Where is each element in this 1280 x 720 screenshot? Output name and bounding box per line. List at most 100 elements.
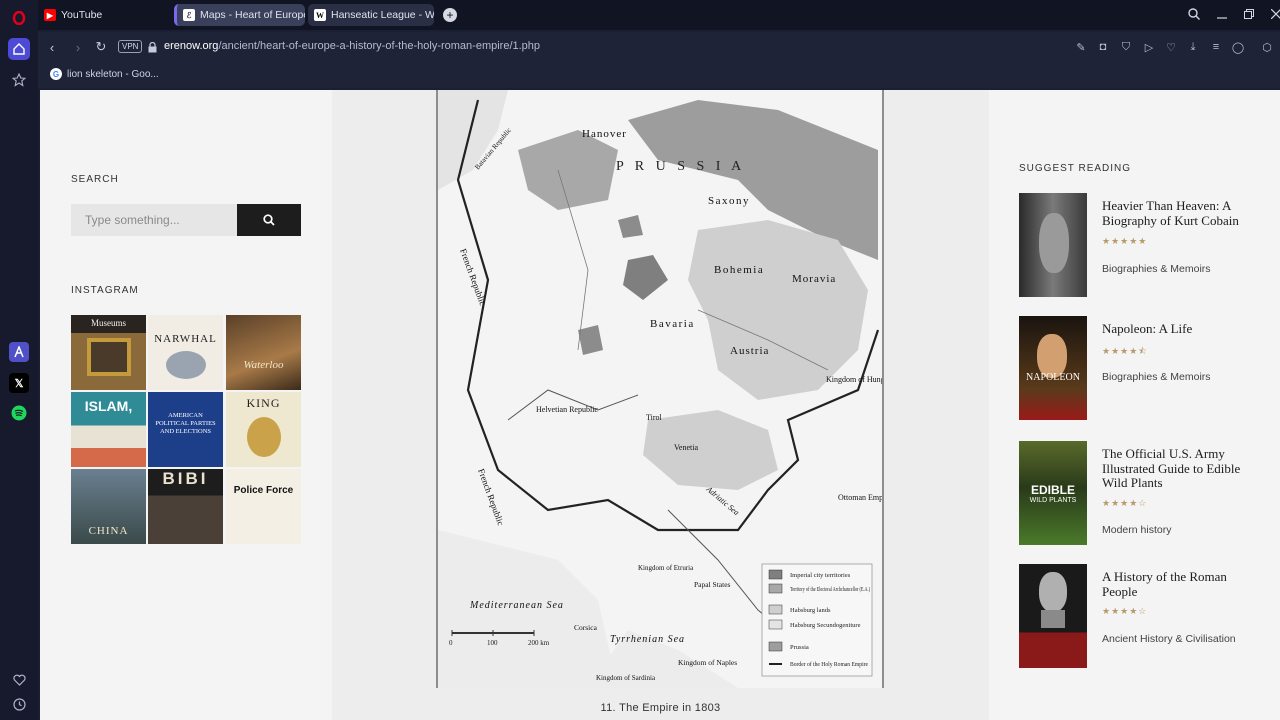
label-bavaria: Bavaria (650, 318, 695, 330)
bookmarks-bar: G lion skeleton - Goo... (38, 62, 1280, 88)
book-cover[interactable] (1019, 564, 1087, 668)
instagram-tile[interactable]: Police Force (226, 469, 301, 544)
shield-icon[interactable]: ⛉ (1119, 40, 1133, 54)
heart-icon[interactable] (9, 670, 29, 690)
tile-text: ISLAM, (84, 398, 133, 414)
search-button[interactable] (237, 204, 301, 236)
aria-icon[interactable] (9, 342, 29, 362)
minimize-button[interactable] (1214, 6, 1230, 22)
book-category[interactable]: Biographies & Memoirs (1102, 371, 1211, 383)
label-corsica: Corsica (574, 623, 598, 632)
back-icon[interactable]: ‹ (44, 39, 60, 55)
book-category[interactable]: Biographies & Memoirs (1102, 263, 1211, 275)
empire-1803-map: Hanover P R U S S I A Saxony Bohemia Mor… (438, 90, 895, 688)
close-window-button[interactable] (1268, 6, 1280, 22)
label-bohemia: Bohemia (714, 264, 764, 276)
new-tab-button[interactable]: + (443, 8, 457, 22)
tab-youtube[interactable]: ▶ YouTube (38, 4, 170, 26)
tab-wikipedia[interactable]: W Hanseatic League - Wikipe (308, 4, 434, 26)
erenow-icon: ℰ (183, 9, 195, 21)
lock-icon[interactable] (144, 39, 160, 55)
label-austria: Austria (730, 345, 769, 357)
legend-label: Territory of the Electoral Archchancello… (790, 586, 870, 593)
spotify-icon[interactable] (9, 403, 29, 423)
tab-label: Hanseatic League - Wikipe (331, 9, 434, 21)
label-prussia: P R U S S I A (616, 159, 745, 174)
youtube-icon: ▶ (44, 9, 56, 21)
instagram-tile[interactable]: KING (226, 392, 301, 467)
instagram-tile[interactable]: BIBI (148, 469, 223, 544)
forward-icon[interactable]: › (70, 39, 86, 55)
url-field[interactable]: erenow.org/ancient/heart-of-europe-a-his… (164, 40, 540, 52)
menu-icon[interactable]: ≡ (1209, 40, 1223, 54)
scale-label-100: 100 (487, 639, 498, 647)
instagram-tile[interactable]: AMERICAN POLITICAL PARTIES AND ELECTIONS (148, 392, 223, 467)
book-card[interactable]: A History of the Roman People ★★★★☆ Anci… (1019, 564, 1269, 670)
label-sardinia: Kingdom of Sardinia (596, 674, 656, 682)
rating-stars: ★★★★⯪ (1102, 346, 1148, 356)
search-input[interactable] (71, 204, 238, 236)
profile-icon[interactable]: ◯ (1231, 40, 1245, 54)
label-papal: Papal States (694, 580, 731, 589)
label-venetia: Venetia (674, 443, 698, 452)
tile-text: BIBI (162, 469, 209, 488)
restore-button[interactable] (1241, 6, 1257, 22)
opera-logo-icon[interactable] (9, 8, 29, 28)
bookmark-label: lion skeleton - Goo... (67, 68, 159, 80)
tile-text: CHINA (88, 525, 129, 537)
suggest-reading-heading: SUGGEST READING (1019, 163, 1132, 174)
label-moravia: Moravia (792, 273, 836, 285)
instagram-tile[interactable]: CHINA (71, 469, 146, 544)
label-tirol: Tirol (646, 413, 662, 422)
instagram-tile[interactable]: Waterloo (226, 315, 301, 390)
heart-outline-icon[interactable]: ♡ (1164, 40, 1178, 54)
wikipedia-icon: W (314, 9, 326, 21)
edit-icon[interactable]: ✎ (1074, 40, 1088, 54)
url-path: /ancient/heart-of-europe-a-history-of-th… (218, 40, 541, 52)
book-title[interactable]: Napoleon: A Life (1102, 321, 1262, 337)
label-naples: Kingdom of Naples (678, 658, 737, 667)
download-icon[interactable]: ⤓ (1186, 40, 1200, 54)
book-category[interactable]: Modern history (1102, 524, 1171, 536)
tile-text: Waterloo (243, 359, 284, 371)
tab-label: Maps - Heart of Europe: A (200, 9, 305, 21)
legend-label: Imperial city territories (790, 572, 851, 579)
camera-icon[interactable]: ◘ (1096, 40, 1110, 54)
legend-label: Habsburg Secundogeniture (790, 622, 861, 629)
vpn-badge[interactable]: VPN (118, 40, 143, 53)
book-card[interactable]: Heavier Than Heaven: A Biography of Kurt… (1019, 193, 1269, 299)
legend-label: Prussia (790, 644, 809, 651)
box-icon[interactable]: ⬡ (1260, 40, 1274, 54)
play-icon[interactable]: ▷ (1142, 40, 1156, 54)
reload-icon[interactable]: ↻ (93, 39, 109, 55)
star-icon[interactable] (9, 70, 29, 90)
book-cover[interactable]: EDIBLE WILD PLANTS (1019, 441, 1087, 545)
label-helvetian: Helvetian Republic (536, 405, 598, 414)
browser-sidebar: 𝕏 (0, 0, 38, 720)
book-cover[interactable] (1019, 193, 1087, 297)
book-card[interactable]: EDIBLE WILD PLANTS The Official U.S. Arm… (1019, 441, 1269, 547)
tab-maps[interactable]: ℰ Maps - Heart of Europe: A (174, 4, 305, 26)
label-saxony: Saxony (708, 195, 750, 207)
book-card[interactable]: NAPOLEON Napoleon: A Life ★★★★⯪ Biograph… (1019, 316, 1269, 422)
label-etruria: Kingdom of Etruria (638, 564, 694, 572)
book-category[interactable]: Ancient History & Civilisation (1102, 633, 1236, 645)
url-domain: erenow.org (164, 40, 219, 52)
instagram-tile[interactable]: Museums (71, 315, 146, 390)
historical-map: Hanover P R U S S I A Saxony Bohemia Mor… (436, 90, 895, 688)
home-icon[interactable] (8, 38, 30, 60)
book-cover[interactable]: NAPOLEON (1019, 316, 1087, 420)
search-heading: SEARCH (71, 174, 119, 185)
instagram-tile[interactable]: NARWHAL (148, 315, 223, 390)
instagram-tile[interactable]: ISLAM, (71, 392, 146, 467)
book-title[interactable]: The Official U.S. Army Illustrated Guide… (1102, 446, 1262, 491)
legend-label: Habsburg lands (790, 607, 831, 614)
search-tabs-icon[interactable] (1186, 6, 1202, 22)
book-title[interactable]: A History of the Roman People (1102, 569, 1262, 599)
book-title[interactable]: Heavier Than Heaven: A Biography of Kurt… (1102, 198, 1262, 228)
history-icon[interactable] (9, 694, 29, 714)
tile-text: Police Force (233, 485, 294, 496)
tile-text: KING (246, 396, 281, 410)
x-icon[interactable]: 𝕏 (9, 373, 29, 393)
bookmark-item[interactable]: G lion skeleton - Goo... (50, 68, 159, 80)
